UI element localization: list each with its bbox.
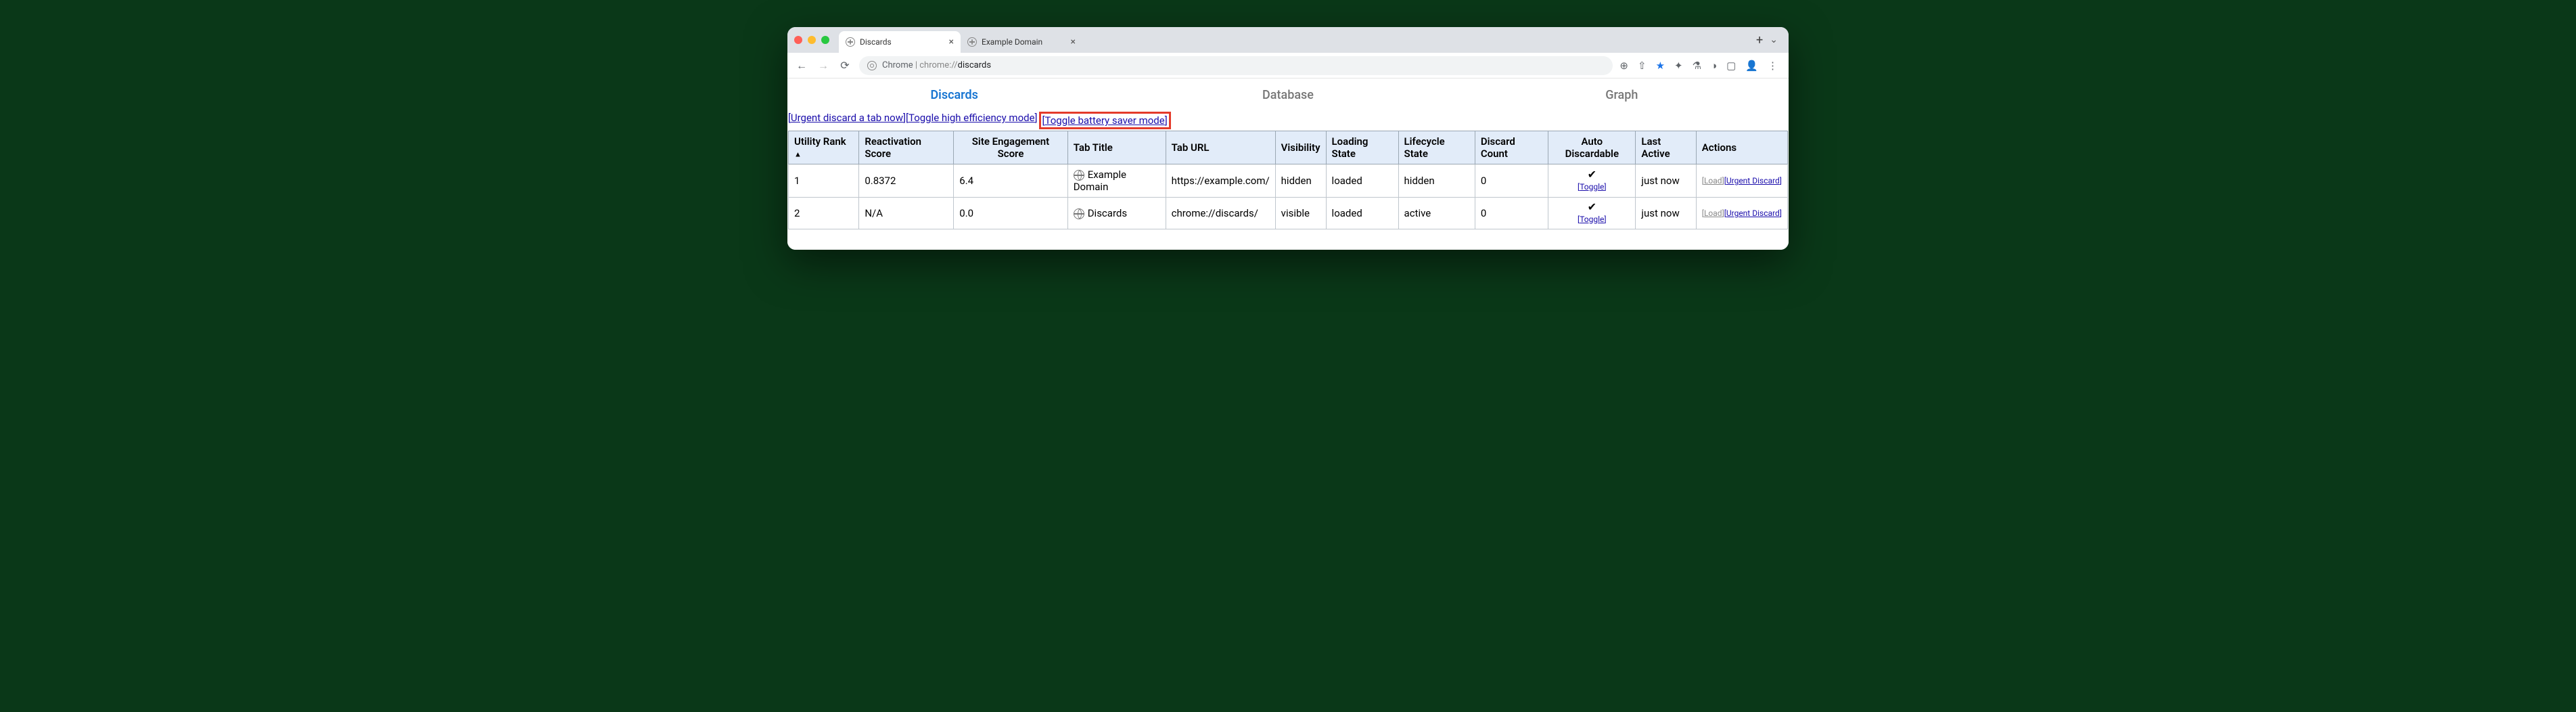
highlighted-action: Toggle battery saver mode [1039,112,1171,129]
close-tab-icon[interactable]: × [1071,37,1076,47]
cell-tab-url: chrome://discards/ [1166,198,1275,229]
cell-tab-url: https://example.com/ [1166,164,1275,198]
toolbar-actions: ⊕ ⇧ ★ ✦ ⚗ ◑ ▢ 👤 ⋮ [1619,60,1782,72]
cell-loading-state: loaded [1326,198,1398,229]
url-scheme-label: Chrome [882,60,913,70]
reload-button[interactable]: ⟳ [837,58,852,73]
devtools-icon[interactable]: ◑ [1711,60,1717,72]
urgent-discard-link[interactable]: Urgent Discard [1724,208,1782,218]
col-auto-discardable[interactable]: Auto Discardable [1548,131,1636,164]
menu-icon[interactable]: ⋮ [1768,60,1778,72]
zoom-icon[interactable]: ⊕ [1619,60,1628,72]
cell-discard-count: 0 [1475,164,1548,198]
toggle-discardable-link[interactable]: Toggle [1578,215,1607,224]
site-info-icon[interactable] [867,61,877,70]
toggle-high-efficiency-link[interactable]: Toggle high efficiency mode [906,112,1038,129]
col-reactivation-score[interactable]: Reactivation Score [859,131,954,164]
globe-icon [1074,208,1084,219]
col-loading-state[interactable]: Loading State [1326,131,1398,164]
forward-button: → [816,58,831,73]
profile-avatar-icon[interactable]: 👤 [1745,60,1758,72]
maximize-window-button[interactable] [821,36,829,44]
globe-icon [846,37,855,47]
col-actions[interactable]: Actions [1696,131,1787,164]
tab-title: Discards [860,37,892,47]
url-host-dim: chrome:// [919,60,957,70]
cell-lifecycle-state: hidden [1398,164,1475,198]
subtab-discards[interactable]: Discards [787,79,1121,112]
check-icon: ✔ [1554,169,1630,180]
subtab-database[interactable]: Database [1121,79,1454,112]
cell-visibility: hidden [1275,164,1326,198]
window-controls [794,36,829,44]
table-row: 2N/A0.0 Discards chrome://discards/visible… [789,198,1788,229]
col-label: Utility Rank [794,135,846,148]
url-path: discards [958,60,991,70]
tab-strip: Discards × Example Domain × [839,27,1749,53]
extensions-icon[interactable]: ✦ [1674,60,1683,72]
cell-discard-count: 0 [1475,198,1548,229]
check-icon: ✔ [1554,202,1630,213]
col-discard-count[interactable]: Discard Count [1475,131,1548,164]
address-bar[interactable]: Chrome | chrome://discards [859,56,1613,75]
cell-utility-rank: 2 [789,198,859,229]
cell-loading-state: loaded [1326,164,1398,198]
tab-overflow-button[interactable]: ⌄ [1770,35,1782,45]
toggle-battery-saver-link[interactable]: Toggle battery saver mode [1042,114,1168,127]
toggle-discardable-link[interactable]: Toggle [1578,182,1607,192]
table-header-row: Utility Rank ▲ Reactivation Score Site E… [789,131,1788,164]
globe-icon [1074,170,1084,181]
close-tab-icon[interactable]: × [949,37,954,47]
load-link: Load [1702,208,1724,218]
browser-tab[interactable]: Discards × [839,31,961,53]
bookmark-star-icon[interactable]: ★ [1656,60,1665,72]
col-visibility[interactable]: Visibility [1275,131,1326,164]
cell-reactivation-score: N/A [859,198,954,229]
col-site-engagement-score[interactable]: Site Engagement Score [954,131,1067,164]
cell-actions: LoadUrgent Discard [1696,198,1787,229]
cell-site-engagement-score: 6.4 [954,164,1067,198]
minimize-window-button[interactable] [808,36,816,44]
cell-utility-rank: 1 [789,164,859,198]
cell-site-engagement-score: 0.0 [954,198,1067,229]
col-tab-title[interactable]: Tab Title [1067,131,1166,164]
new-tab-button[interactable]: + [1749,33,1770,47]
col-lifecycle-state[interactable]: Lifecycle State [1398,131,1475,164]
cell-auto-discardable: ✔ Toggle [1548,198,1636,229]
cell-lifecycle-state: active [1398,198,1475,229]
share-icon[interactable]: ⇧ [1638,60,1647,72]
action-links-row: Urgent discard a tab nowToggle high effi… [787,112,1789,131]
side-panel-icon[interactable]: ▢ [1726,60,1736,72]
subtab-graph[interactable]: Graph [1455,79,1789,112]
load-link: Load [1702,176,1724,185]
back-button[interactable]: ← [794,58,809,73]
col-utility-rank[interactable]: Utility Rank ▲ [789,131,859,164]
cell-tab-title: Discards [1067,198,1166,229]
cell-tab-title: Example Domain [1067,164,1166,198]
cell-actions: LoadUrgent Discard [1696,164,1787,198]
page-subtabs: DiscardsDatabaseGraph [787,79,1789,112]
table-row: 10.83726.4Example Domainhttps://example.… [789,164,1788,198]
tab-title: Example Domain [982,37,1042,47]
close-window-button[interactable] [794,36,802,44]
sort-asc-icon: ▲ [794,150,802,159]
col-last-active[interactable]: Last Active [1636,131,1696,164]
browser-toolbar: ← → ⟳ Chrome | chrome://discards ⊕ ⇧ ★ ✦… [787,53,1789,79]
cell-last-active: just now [1636,164,1696,198]
page-content: DiscardsDatabaseGraph Urgent discard a t… [787,79,1789,250]
labs-icon[interactable]: ⚗ [1693,60,1701,72]
browser-window: Discards × Example Domain × + ⌄ ← → ⟳ Chrom… [787,27,1789,250]
cell-reactivation-score: 0.8372 [859,164,954,198]
cell-last-active: just now [1636,198,1696,229]
urgent-discard-link[interactable]: Urgent Discard [1724,176,1782,185]
cell-visibility: visible [1275,198,1326,229]
tab-title-text: Discards [1088,207,1127,219]
col-tab-url[interactable]: Tab URL [1166,131,1275,164]
browser-tab[interactable]: Example Domain × [961,31,1082,53]
titlebar: Discards × Example Domain × + ⌄ [787,27,1789,53]
cell-auto-discardable: ✔ Toggle [1548,164,1636,198]
discards-table: Utility Rank ▲ Reactivation Score Site E… [788,131,1788,229]
globe-icon [967,37,977,47]
urgent-discard-link[interactable]: Urgent discard a tab now [788,112,906,129]
